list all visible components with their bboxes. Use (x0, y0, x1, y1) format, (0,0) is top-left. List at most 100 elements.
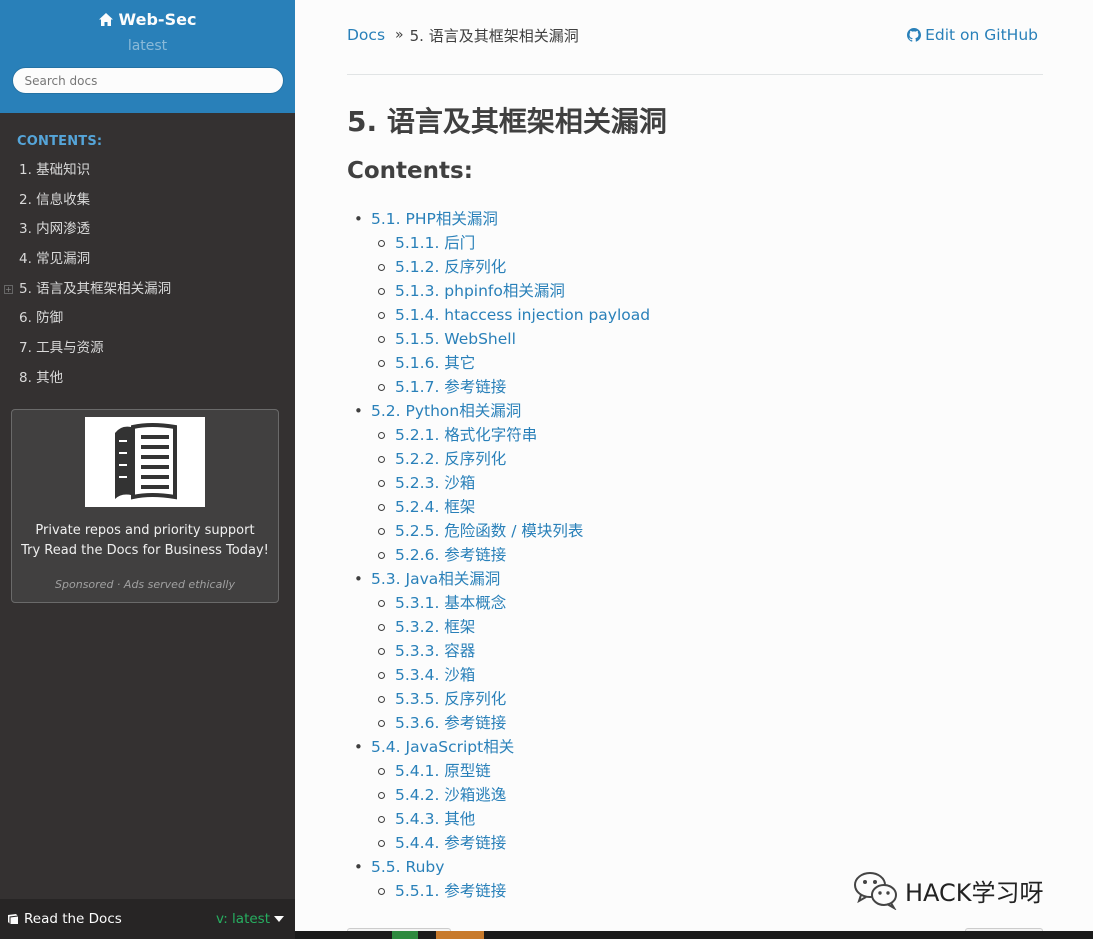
toc-sublist: 5.2.1. 格式化字符串 5.2.2. 反序列化 5.2.3. 沙箱 5.2.… (371, 423, 650, 567)
toc-link[interactable]: 5.3.2. 框架 (395, 615, 650, 639)
sidebar-item-basics[interactable]: 1. 基础知识 (0, 156, 295, 186)
toc-link[interactable]: 5.3.1. 基本概念 (395, 591, 650, 615)
ad-image[interactable] (85, 417, 205, 507)
toc-link[interactable]: 5.4.1. 原型链 (395, 759, 650, 783)
toc-link[interactable]: 5.3.6. 参考链接 (395, 711, 650, 735)
rtd-version-bar[interactable]: Read the Docs v: latest (0, 899, 295, 939)
toc-subitem: 5.1.1. 后门 (371, 231, 650, 255)
toc-link[interactable]: 5.4.3. 其他 (395, 807, 650, 831)
toc-subitem: 5.1.2. 反序列化 (371, 255, 650, 279)
breadcrumb-separator: » (395, 27, 404, 43)
contents-heading: Contents: (347, 158, 473, 184)
sidebar-header: Web-Sec latest (0, 0, 295, 113)
toc-link[interactable]: 5.3.4. 沙箱 (395, 663, 650, 687)
toc-subitem: 5.3.3. 容器 (371, 639, 650, 663)
sidebar: Web-Sec latest CONTENTS: 1. 基础知识 2. 信息收集… (0, 0, 295, 939)
ad-line-2: Try Read the Docs for Business Today! (21, 543, 269, 558)
toc-link[interactable]: 5.5.1. 参考链接 (395, 879, 650, 903)
toc-link[interactable]: 5.1.5. WebShell (395, 327, 650, 351)
header-divider (347, 74, 1043, 75)
rtd-label-group: Read the Docs (7, 911, 122, 927)
toc-link-python[interactable]: 5.2. Python相关漏洞 (371, 399, 650, 423)
sidebar-item-label: 6. 防御 (19, 310, 64, 327)
watermark-text: HACK学习呀 (905, 878, 1044, 907)
toc-link[interactable]: 5.2.2. 反序列化 (395, 447, 650, 471)
toc-link[interactable]: 5.4.4. 参考链接 (395, 831, 650, 855)
page-title: 5. 语言及其框架相关漏洞 (347, 105, 667, 138)
toc-subitem: 5.1.7. 参考链接 (371, 375, 650, 399)
sidebar-item-label: 3. 内网渗透 (19, 221, 91, 238)
toc-link[interactable]: 5.2.6. 参考链接 (395, 543, 650, 567)
toc-subitem: 5.3.2. 框架 (371, 615, 650, 639)
ad-text[interactable]: Private repos and priority support Try R… (12, 521, 278, 561)
rtd-label: Read the Docs (24, 911, 122, 927)
toc-link[interactable]: 5.2.3. 沙箱 (395, 471, 650, 495)
toc-subitem: 5.4.3. 其他 (371, 807, 650, 831)
caret-down-icon (274, 916, 284, 922)
toc-link[interactable]: 5.1.7. 参考链接 (395, 375, 650, 399)
breadcrumb: Docs » 5. 语言及其框架相关漏洞 Edit on GitHub (347, 24, 1038, 46)
project-link[interactable]: Web-Sec (98, 10, 197, 29)
toc-link[interactable]: 5.4.2. 沙箱逃逸 (395, 783, 650, 807)
toc-sublist: 5.5.1. 参考链接 (371, 879, 650, 903)
toc-link-ruby[interactable]: 5.5. Ruby (371, 855, 650, 879)
sponsor-ad[interactable]: Private repos and priority support Try R… (11, 409, 279, 603)
toc-link[interactable]: 5.1.2. 反序列化 (395, 255, 650, 279)
rtd-version: v: latest (215, 911, 270, 927)
toc-subitem: 5.1.6. 其它 (371, 351, 650, 375)
toc-section: 5.4. JavaScript相关 5.4.1. 原型链 5.4.2. 沙箱逃逸… (353, 735, 650, 855)
toc-subitem: 5.2.1. 格式化字符串 (371, 423, 650, 447)
toc-link[interactable]: 5.2.5. 危险函数 / 模块列表 (395, 519, 650, 543)
toc-link-java[interactable]: 5.3. Java相关漏洞 (371, 567, 650, 591)
toc-subitem: 5.2.2. 反序列化 (371, 447, 650, 471)
sidebar-item-tools[interactable]: 7. 工具与资源 (0, 334, 295, 364)
sidebar-toc: 1. 基础知识 2. 信息收集 3. 内网渗透 4. 常见漏洞 +5. 语言及其… (0, 156, 295, 394)
wechat-icon (854, 872, 897, 910)
edit-on-github-link[interactable]: Edit on GitHub (907, 26, 1038, 44)
toc-subitem: 5.5.1. 参考链接 (371, 879, 650, 903)
toc-section: 5.2. Python相关漏洞 5.2.1. 格式化字符串 5.2.2. 反序列… (353, 399, 650, 567)
toc-section: 5.1. PHP相关漏洞 5.1.1. 后门 5.1.2. 反序列化 5.1.3… (353, 207, 650, 399)
sidebar-item-other[interactable]: 8. 其他 (0, 364, 295, 394)
toc-link[interactable]: 5.1.6. 其它 (395, 351, 650, 375)
toc-link[interactable]: 5.3.3. 容器 (395, 639, 650, 663)
sidebar-item-label: 2. 信息收集 (19, 191, 91, 208)
taskbar-item (436, 931, 484, 939)
taskbar-item (392, 931, 418, 939)
toc-section: 5.5. Ruby 5.5.1. 参考链接 (353, 855, 650, 903)
sidebar-item-defense[interactable]: 6. 防御 (0, 304, 295, 334)
toc-subitem: 5.2.5. 危险函数 / 模块列表 (371, 519, 650, 543)
edit-on-github-label: Edit on GitHub (925, 26, 1038, 44)
toc-link[interactable]: 5.1.1. 后门 (395, 231, 650, 255)
toc-link[interactable]: 5.1.3. phpinfo相关漏洞 (395, 279, 650, 303)
toc-sublist: 5.3.1. 基本概念 5.3.2. 框架 5.3.3. 容器 5.3.4. 沙… (371, 591, 650, 735)
toc-subitem: 5.3.5. 反序列化 (371, 687, 650, 711)
expand-icon[interactable]: + (4, 284, 13, 294)
toc-sublist: 5.4.1. 原型链 5.4.2. 沙箱逃逸 5.4.3. 其他 5.4.4. … (371, 759, 650, 855)
ad-sponsor-note[interactable]: Sponsored · Ads served ethically (12, 578, 278, 591)
toc-link[interactable]: 5.2.4. 框架 (395, 495, 650, 519)
toc-subitem: 5.2.4. 框架 (371, 495, 650, 519)
sidebar-item-intranet[interactable]: 3. 内网渗透 (0, 215, 295, 245)
ad-line-1: Private repos and priority support (35, 523, 255, 538)
toc-subitem: 5.4.4. 参考链接 (371, 831, 650, 855)
breadcrumb-current: 5. 语言及其框架相关漏洞 (409, 26, 579, 45)
toc-link[interactable]: 5.2.1. 格式化字符串 (395, 423, 650, 447)
sidebar-item-recon[interactable]: 2. 信息收集 (0, 186, 295, 216)
toc-subitem: 5.1.5. WebShell (371, 327, 650, 351)
rtd-version-toggle[interactable]: v: latest (216, 911, 284, 927)
toc-link[interactable]: 5.3.5. 反序列化 (395, 687, 650, 711)
search-input[interactable] (11, 67, 284, 94)
toc-subitem: 5.1.4. htaccess injection payload (371, 303, 650, 327)
project-name: Web-Sec (118, 10, 197, 29)
github-icon (907, 28, 922, 42)
sidebar-item-common-vulns[interactable]: 4. 常见漏洞 (0, 245, 295, 275)
breadcrumb-docs-link[interactable]: Docs (347, 26, 385, 44)
wechat-watermark: HACK学习呀 (853, 870, 1044, 910)
toc-subitem: 5.1.3. phpinfo相关漏洞 (371, 279, 650, 303)
toc-link-php[interactable]: 5.1. PHP相关漏洞 (371, 207, 650, 231)
toc-link[interactable]: 5.1.4. htaccess injection payload (395, 303, 650, 327)
toc-section: 5.3. Java相关漏洞 5.3.1. 基本概念 5.3.2. 框架 5.3.… (353, 567, 650, 735)
toc-link-javascript[interactable]: 5.4. JavaScript相关 (371, 735, 650, 759)
sidebar-item-language-vulns[interactable]: +5. 语言及其框架相关漏洞 (0, 275, 295, 305)
